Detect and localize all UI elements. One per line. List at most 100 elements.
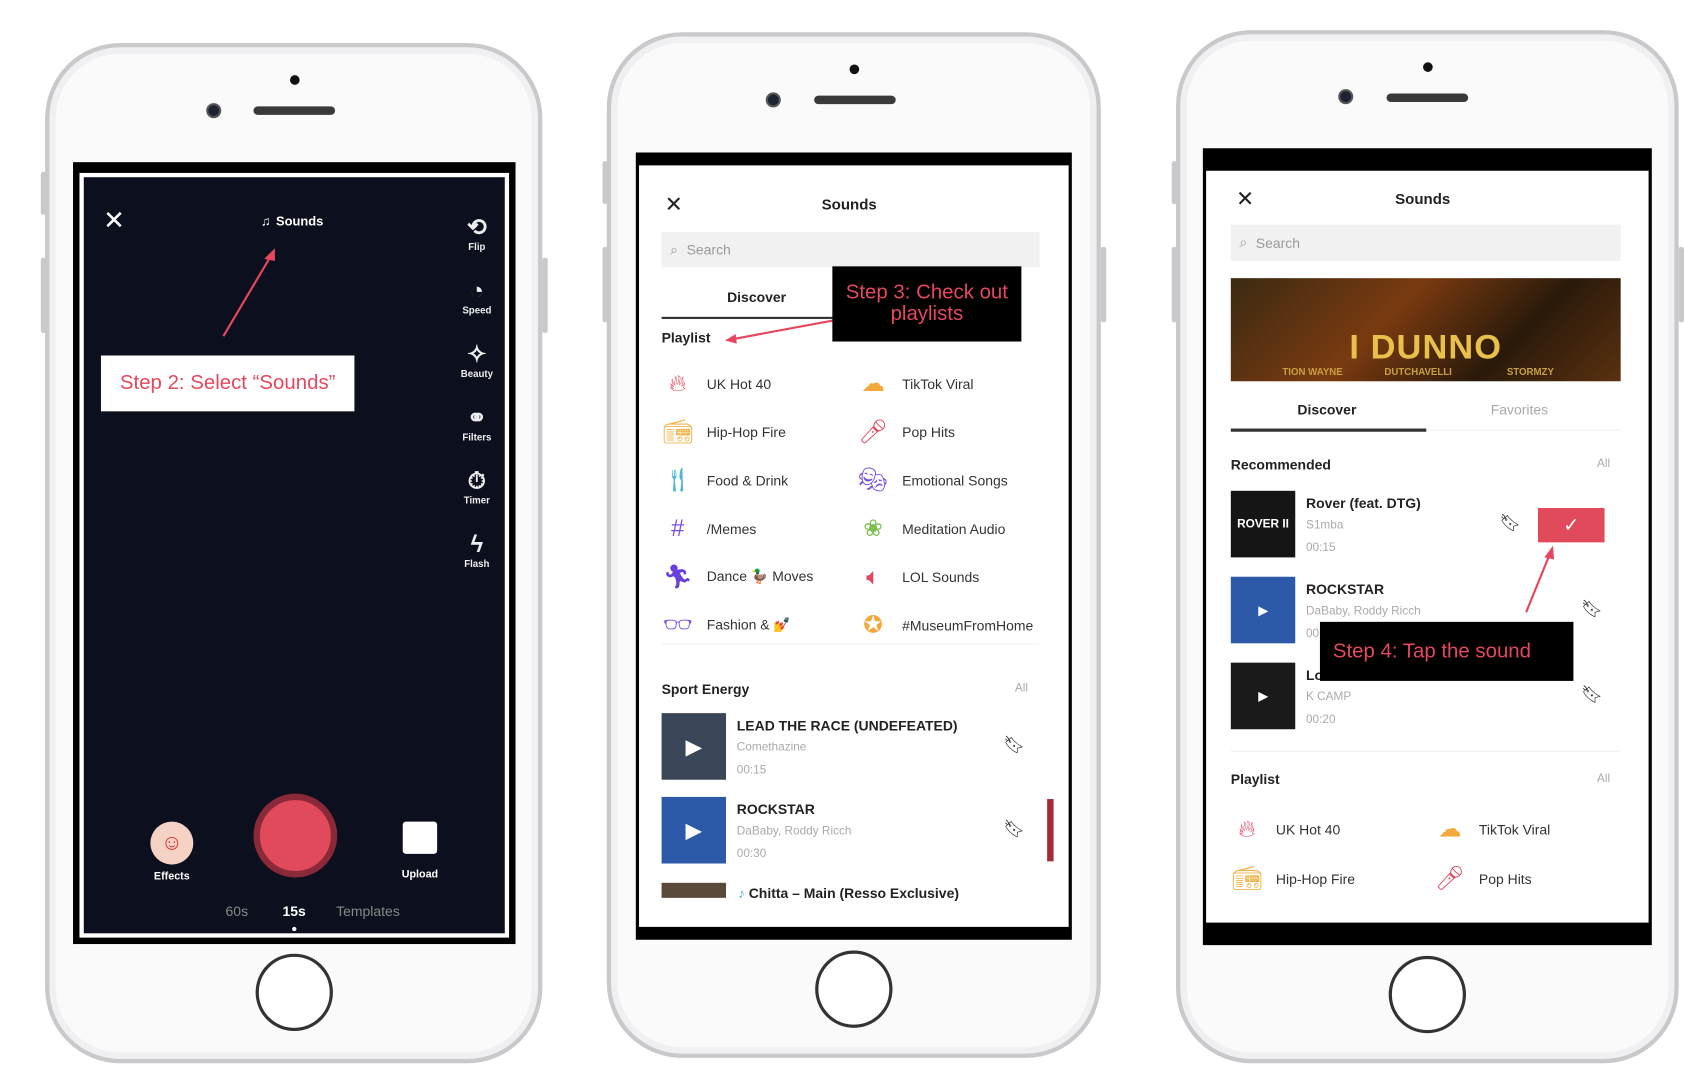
tool-beauty[interactable]: ✧ Beauty — [455, 340, 498, 379]
track-thumbnail: ▶ — [661, 796, 727, 864]
playlist-item[interactable]: 🎭︎ Emotional Songs — [857, 466, 1008, 494]
track-row[interactable]: ▶ LEAD THE RACE (UNDEFEATED) Comethazine 00… — [661, 713, 1049, 780]
playlist-item[interactable]: ☁ TikTok Viral — [1434, 815, 1550, 843]
mode-templates[interactable]: Templates — [336, 903, 400, 919]
sport-energy-header: Sport Energy — [661, 680, 750, 698]
speaker — [814, 95, 896, 105]
tab-favorites[interactable]: Favorites — [1491, 402, 1548, 418]
phone-side-button — [40, 171, 47, 215]
flash-icon: ϟ — [470, 530, 484, 558]
playlist-item[interactable]: 👓︎ Fashion & 💅 — [662, 611, 791, 639]
tab-underline — [1230, 428, 1427, 432]
upload-icon[interactable] — [402, 821, 438, 854]
close-icon[interactable]: ✕ — [103, 205, 125, 236]
tool-filters[interactable]: ⚭ Filters — [455, 404, 498, 443]
use-sound-check-button[interactable]: ✓ — [1537, 508, 1605, 543]
tab-discover[interactable]: Discover — [1297, 402, 1356, 418]
track-duration: 00:20 — [1305, 713, 1336, 727]
home-button[interactable] — [815, 950, 893, 1028]
sounds-title: Sounds — [821, 195, 877, 213]
track-thumbnail: ▶ — [661, 713, 727, 780]
playlist-all-link[interactable]: All — [1597, 772, 1610, 785]
effects-label: Effects — [153, 871, 190, 883]
playlist-item[interactable]: 🔥︎ UK Hot 40 — [662, 369, 771, 397]
callout-arrow — [724, 318, 836, 344]
playlist-item[interactable]: ☁ TikTok Viral — [857, 369, 973, 397]
track-duration: 00:30 — [736, 847, 767, 861]
search-input[interactable]: ⌕ Search — [1230, 224, 1621, 261]
record-button[interactable] — [253, 793, 338, 878]
playlist-item[interactable]: 🔥︎ UK Hot 40 — [1231, 815, 1340, 843]
phone-side-button — [1678, 247, 1684, 323]
cloud-music-icon: ☁ — [861, 369, 885, 397]
playlist-item[interactable]: 📻︎ Hip-Hop Fire — [1231, 865, 1355, 893]
close-icon[interactable]: ✕ — [665, 191, 683, 218]
speaker — [1386, 93, 1469, 103]
search-icon: ⌕ — [670, 241, 678, 258]
sensor — [1423, 62, 1433, 72]
sensor — [849, 64, 860, 75]
banner-title: I DUNNO — [1349, 327, 1503, 367]
boombox-icon: 📻︎ — [662, 417, 693, 445]
sounds-title: Sounds — [1395, 190, 1451, 208]
callout-arrow — [222, 248, 275, 337]
bookmark-icon[interactable]: 🔖︎ — [1499, 512, 1521, 533]
playlist-header: Playlist — [1230, 771, 1280, 788]
speaker-icon: 🔈︎ — [866, 562, 881, 590]
playlist-item[interactable]: 📻︎ Hip-Hop Fire — [662, 418, 786, 446]
track-title: ROCKSTAR — [1305, 581, 1385, 598]
filters-icon: ⚭ — [466, 403, 487, 431]
banner-artist: TION WAYNE — [1282, 366, 1343, 377]
tool-flip[interactable]: ⟲ Flip — [455, 214, 498, 253]
playlist-item[interactable]: 🔈︎ LOL Sounds — [857, 563, 979, 591]
playlist-item[interactable]: 🍴︎ Food & Drink — [662, 466, 788, 494]
microphone-icon: 🎤︎ — [858, 417, 889, 445]
phone-side-button — [1171, 247, 1178, 323]
track-artist: K CAMP — [1305, 690, 1352, 704]
track-duration: 00:15 — [736, 763, 767, 777]
playlist-item[interactable]: ✪ #MuseumFromHome — [857, 611, 1033, 639]
dancer-icon: 🏃︎ — [662, 562, 693, 590]
step-2-callout: Step 2: Select “Sounds” — [100, 355, 355, 412]
track-thumbnail — [661, 882, 727, 898]
sport-all-link[interactable]: All — [1015, 682, 1028, 695]
effects-icon[interactable]: ☺ — [150, 821, 194, 865]
microphone-icon: 🎤︎ — [1434, 864, 1465, 892]
home-button[interactable] — [1388, 955, 1467, 1034]
banner-artist: STORMZY — [1506, 366, 1554, 377]
bookmark-icon[interactable]: 🔖︎ — [1581, 684, 1603, 705]
featured-banner[interactable]: I DUNNO TION WAYNE DUTCHAVELLI STORMZY — [1230, 278, 1621, 382]
tool-speed[interactable]: ◔ Speed — [455, 277, 498, 316]
tool-timer[interactable]: ⏱ Timer — [455, 467, 498, 506]
bookmark-icon[interactable]: 🔖︎ — [1003, 818, 1025, 839]
sounds-button[interactable]: ♫ Sounds — [261, 214, 323, 229]
bookmark-icon[interactable]: 🔖︎ — [1003, 735, 1025, 756]
partial-track-title[interactable]: ♪ Chitta – Main (Resso Exclusive) — [738, 885, 959, 901]
tool-flash[interactable]: ϟ Flash — [455, 531, 498, 570]
front-camera — [206, 103, 222, 119]
track-artist: DaBaby, Roddy Ricch — [1305, 604, 1421, 618]
playlist-item[interactable]: #/Memes — [662, 514, 756, 542]
search-input[interactable]: ⌕ Search — [661, 231, 1040, 268]
playlist-item[interactable]: ❀ Meditation Audio — [857, 514, 1005, 542]
badge-icon: ✪ — [863, 611, 884, 638]
track-title: LEAD THE RACE (UNDEFEATED) — [736, 717, 958, 734]
close-icon[interactable]: ✕ — [1236, 186, 1254, 213]
mode-15s[interactable]: 15s — [282, 903, 305, 919]
recommended-all-link[interactable]: All — [1597, 458, 1610, 471]
glasses-icon: 👓︎ — [662, 611, 693, 638]
divider — [661, 643, 1040, 645]
banner-artist: DUTCHAVELLI — [1384, 366, 1452, 377]
playlist-item[interactable]: 🎤︎ Pop Hits — [857, 418, 955, 446]
playlist-item[interactable]: 🏃︎ Dance 🦆 Moves — [662, 563, 814, 591]
tab-discover[interactable]: Discover — [727, 289, 786, 305]
phone-side-button — [1171, 161, 1178, 205]
track-row[interactable]: ▶ ROCKSTAR DaBaby, Roddy Ricch 00:30 🔖︎ — [661, 796, 1049, 864]
mode-60s[interactable]: 60s — [226, 903, 249, 919]
music-note-icon: ♫ — [260, 213, 271, 229]
home-button[interactable] — [255, 953, 333, 1032]
flame-icon: 🔥︎ — [669, 369, 687, 397]
timer-icon: ⏱ — [467, 467, 487, 495]
playlist-item[interactable]: 🎤︎ Pop Hits — [1434, 865, 1532, 893]
bookmark-icon[interactable]: 🔖︎ — [1581, 598, 1603, 619]
